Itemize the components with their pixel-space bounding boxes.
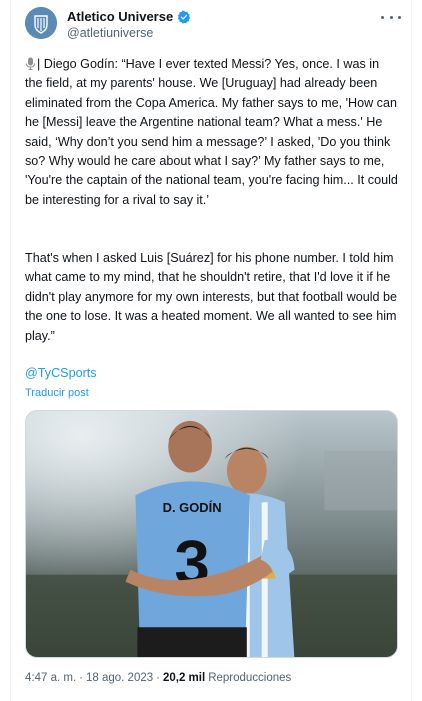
tweet-paragraph-2: That's when I asked Luis [Suárez] for hi… <box>25 251 398 343</box>
tweet-paragraph-1: | Diego Godín: “Have I ever texted Messi… <box>25 55 400 210</box>
handle[interactable]: @atletiuniverse <box>67 26 153 40</box>
tweet-text-1: | Diego Godín: “Have I ever texted Messi… <box>25 57 402 207</box>
mention-link[interactable]: @TyCSports <box>25 366 97 380</box>
more-options-icon[interactable] <box>381 10 401 24</box>
jersey-name: D. GODÍN <box>163 500 222 515</box>
dot <box>389 15 393 19</box>
display-name[interactable]: Atletico Universe <box>67 9 173 24</box>
tweet-time[interactable]: 4:47 a. m. <box>25 672 76 684</box>
meta-separator: · <box>156 672 160 684</box>
club-crest-icon <box>25 7 57 39</box>
verified-badge-icon <box>178 9 191 24</box>
dot <box>398 15 401 19</box>
author-row: Atletico Universe <box>67 9 191 24</box>
tweet-date[interactable]: 18 ago. 2023 <box>86 672 153 684</box>
dot <box>381 15 384 19</box>
meta-separator: · <box>79 672 83 684</box>
tweet-photo[interactable]: D. GODÍN 3 <box>25 410 398 658</box>
avatar[interactable] <box>25 7 57 39</box>
views-count: 20,2 mil <box>162 672 206 684</box>
microphone-icon <box>25 57 36 70</box>
views-label: Reproducciones <box>208 672 292 684</box>
tweet-meta: 4:47 a. m. · 18 ago. 2023 · 20,2 mil Rep… <box>25 672 291 684</box>
translate-post-link[interactable]: Traducir post <box>25 387 89 399</box>
